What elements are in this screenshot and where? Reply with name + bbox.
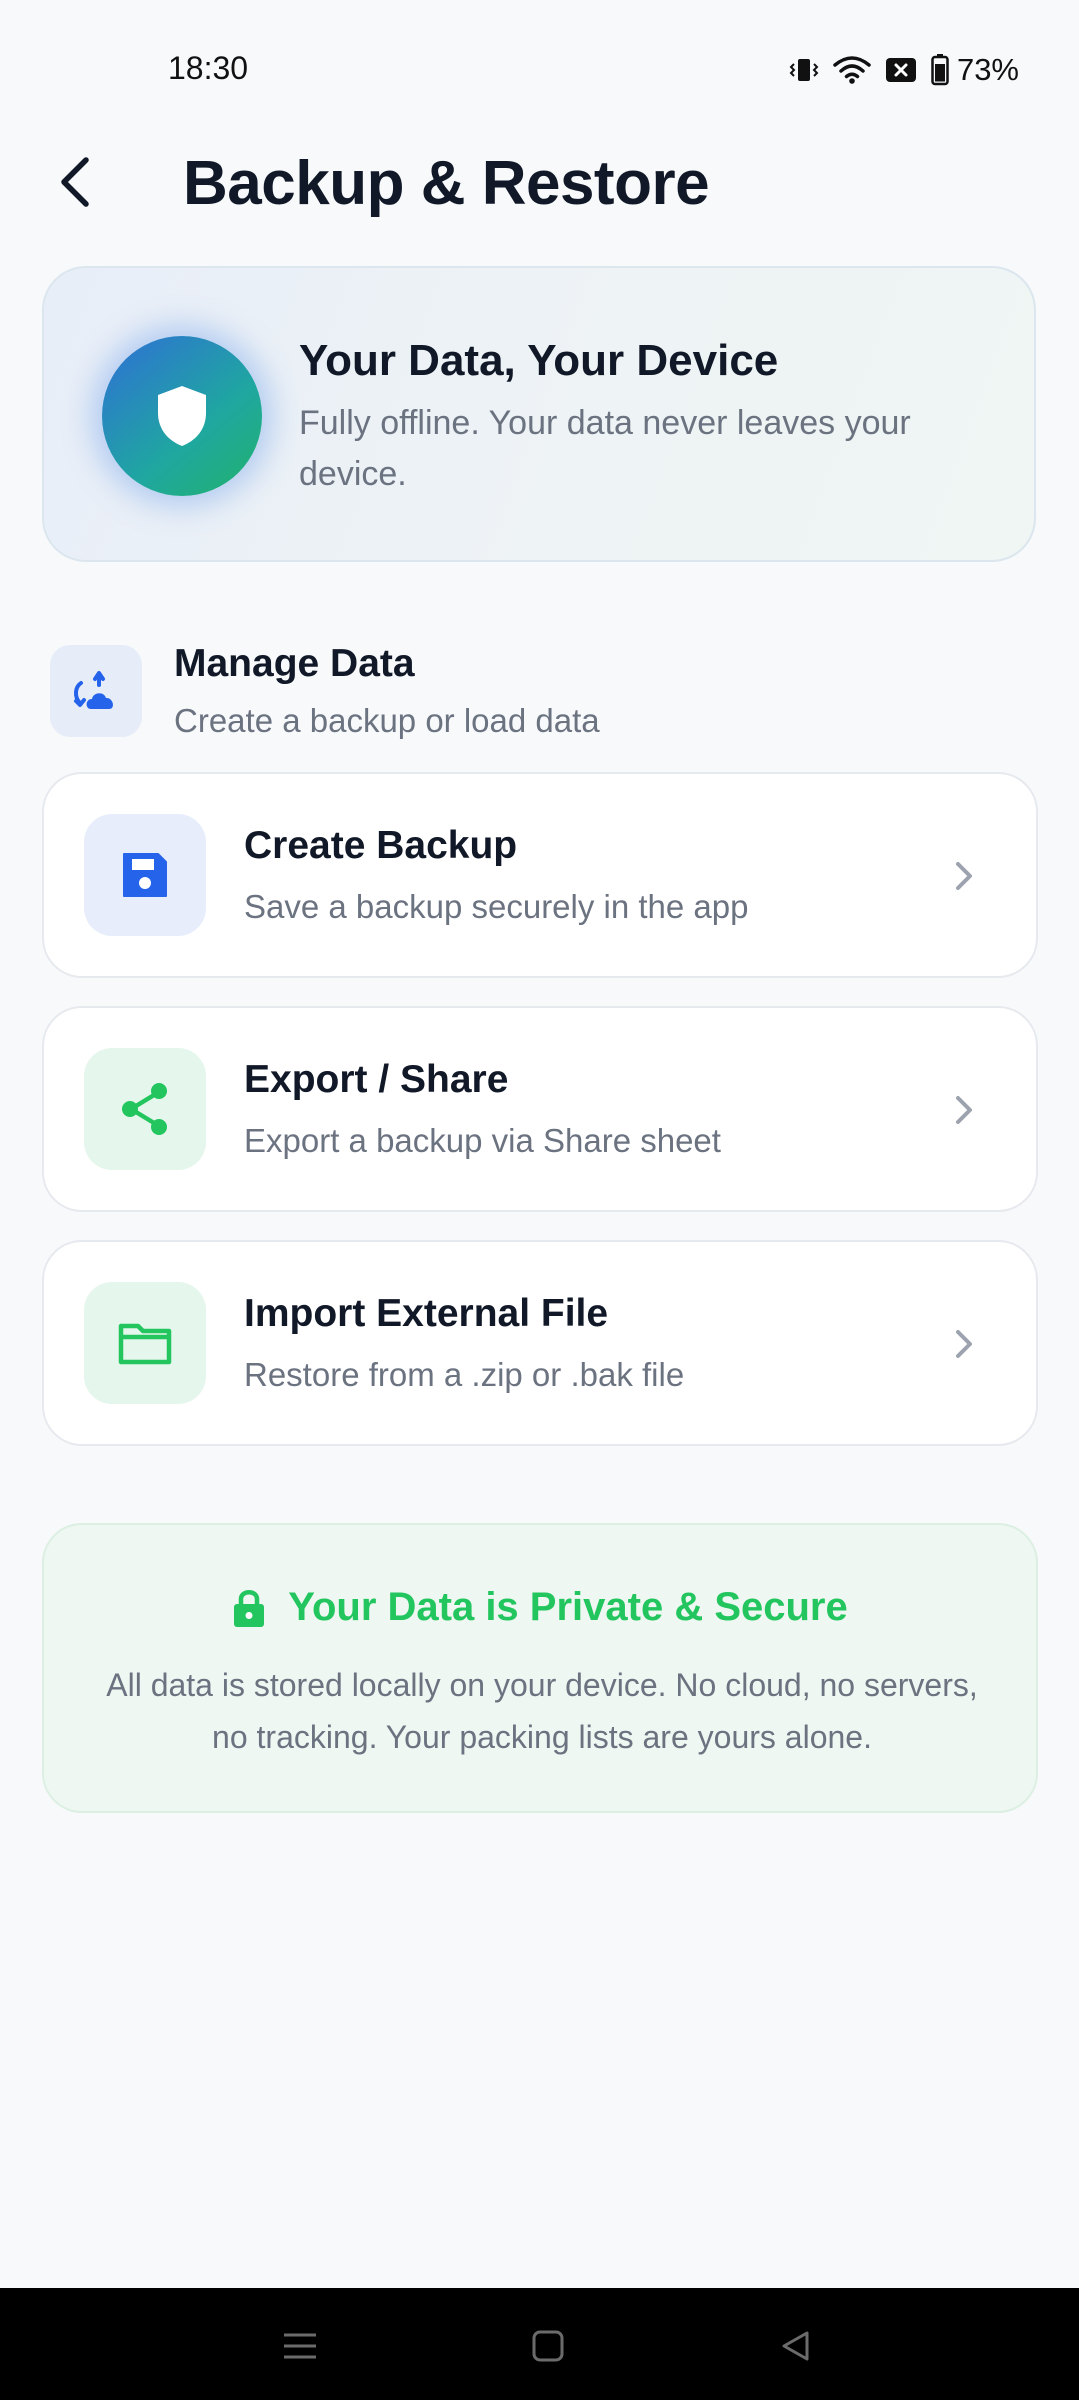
hero-card: Your Data, Your Device Fully offline. Yo…	[42, 266, 1036, 562]
chevron-right-icon	[942, 1322, 986, 1366]
section-subtitle: Create a backup or load data	[174, 702, 600, 739]
home-icon	[532, 2330, 564, 2362]
section-title: Manage Data	[174, 642, 415, 685]
cloud-sync-icon	[50, 645, 142, 737]
privacy-text: All data is stored locally on your devic…	[106, 1667, 978, 1755]
chevron-right-icon	[942, 1088, 986, 1132]
sim-off-icon	[885, 55, 917, 85]
menu-icon	[284, 2333, 316, 2359]
system-nav-bar	[0, 2288, 1079, 2400]
card-subtitle: Save a backup securely in the app	[244, 888, 749, 925]
chevron-right-icon	[942, 854, 986, 898]
card-title: Export / Share	[244, 1058, 509, 1101]
folder-icon-badge	[84, 1282, 206, 1404]
card-title: Import External File	[244, 1292, 609, 1335]
status-time: 18:30	[168, 50, 249, 86]
import-external-file-button[interactable]: Import External File Restore from a .zip…	[42, 1240, 1038, 1446]
shield-icon	[158, 386, 206, 446]
wifi-icon	[833, 55, 871, 85]
lock-icon	[234, 1589, 265, 1627]
battery-percentage: 73%	[956, 52, 1019, 87]
card-subtitle: Export a backup via Share sheet	[244, 1122, 721, 1159]
create-backup-button[interactable]: Create Backup Save a backup securely in …	[42, 772, 1038, 978]
share-icon-badge	[84, 1048, 206, 1170]
folder-icon	[118, 1323, 172, 1365]
status-icons: 73%	[789, 52, 1019, 88]
card-title: Create Backup	[244, 824, 518, 867]
privacy-header: Your Data is Private & Secure	[44, 1585, 1036, 1630]
vibrate-icon	[789, 55, 819, 85]
status-bar: 18:30 73%	[0, 0, 1079, 130]
save-icon-badge	[84, 814, 206, 936]
app-header: Backup & Restore	[0, 130, 1079, 240]
menu-button[interactable]	[272, 2318, 328, 2374]
hero-subtitle: Fully offline. Your data never leaves yo…	[299, 404, 911, 493]
battery-icon	[931, 54, 949, 86]
save-icon	[123, 853, 167, 897]
page-title: Backup & Restore	[183, 149, 710, 218]
card-subtitle: Restore from a .zip or .bak file	[244, 1356, 685, 1393]
back-button[interactable]	[44, 150, 108, 214]
chevron-left-icon	[61, 157, 89, 207]
back-triangle-icon	[782, 2331, 809, 2361]
hero-icon-badge	[102, 336, 262, 496]
home-button[interactable]	[520, 2318, 576, 2374]
hero-title: Your Data, Your Device	[299, 336, 779, 385]
share-icon	[122, 1083, 167, 1135]
back-nav-button[interactable]	[768, 2318, 824, 2374]
privacy-title: Your Data is Private & Secure	[288, 1585, 848, 1629]
export-share-button[interactable]: Export / Share Export a backup via Share…	[42, 1006, 1038, 1212]
privacy-card: Your Data is Private & Secure All data i…	[42, 1523, 1038, 1813]
